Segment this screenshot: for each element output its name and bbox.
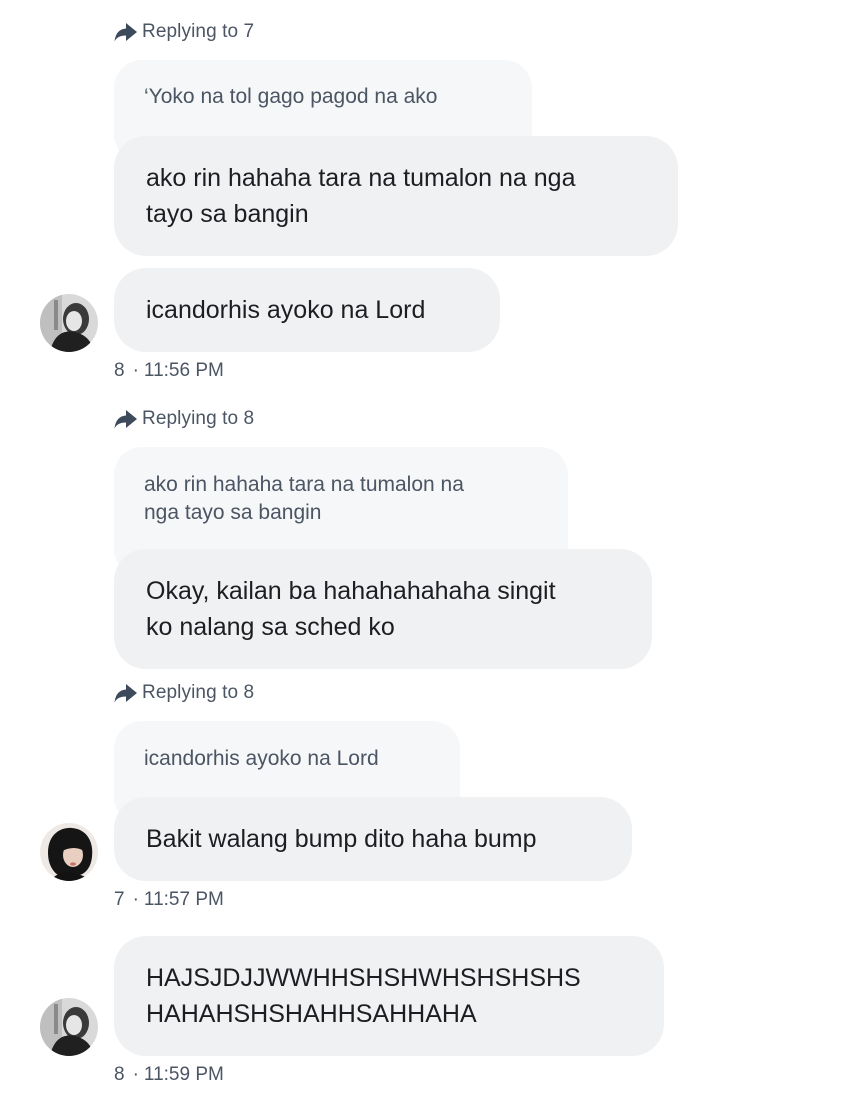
replying-to-text: Replying to 8 [142, 408, 255, 429]
avatar-image [40, 823, 98, 881]
message-author: 7 [114, 889, 125, 910]
avatar-7[interactable] [40, 823, 98, 881]
message-bubble[interactable]: ako rin hahaha tara na tumalon na nga ta… [114, 136, 678, 256]
quoted-text: ‘Yoko na tol gago pagod na ako [144, 85, 438, 108]
message-meta: 8 · 11:59 PM [114, 1062, 224, 1088]
message-text: Bakit walang bump dito haha bump [146, 825, 537, 853]
message-time: 11:59 PM [143, 1064, 224, 1085]
quoted-text: icandorhis ayoko na Lord [144, 747, 379, 770]
avatar-image [40, 294, 98, 352]
message-meta: 7 · 11:57 PM [114, 887, 224, 913]
message-bubble[interactable]: HAJSJDJJWWHHSHSHWHSHSHSHS HAHAHSHSHAHHSA… [114, 936, 664, 1056]
message-text: icandorhis ayoko na Lord [146, 296, 426, 324]
avatar-8[interactable] [40, 998, 98, 1056]
quoted-text-line: ako rin hahaha tara na tumalon na [144, 473, 464, 496]
message-bubble[interactable]: Bakit walang bump dito haha bump [114, 797, 632, 881]
replying-to-label[interactable]: Replying to 8 [114, 406, 254, 432]
message-text-line: Okay, kailan ba hahahahahaha singit [146, 577, 556, 605]
replying-to-label[interactable]: Replying to 8 [114, 680, 254, 706]
avatar-image [40, 998, 98, 1056]
avatar-8[interactable] [40, 294, 98, 352]
quoted-text-line: nga tayo sa bangin [144, 501, 322, 524]
message-time: 11:57 PM [143, 889, 224, 910]
meta-separator: · [132, 1064, 139, 1085]
replying-to-text: Replying to 8 [142, 682, 255, 703]
message-author: 8 [114, 1064, 125, 1085]
meta-separator: · [132, 889, 139, 910]
reply-arrow-icon [114, 684, 137, 703]
replying-to-text: Replying to 7 [142, 21, 255, 42]
message-text-line: HAHAHSHSHAHHSAHHAHA [146, 1000, 477, 1028]
message-meta: 8 · 11:56 PM [114, 358, 224, 384]
replying-to-label[interactable]: Replying to 7 [114, 19, 254, 45]
message-text-line: HAJSJDJJWWHHSHSHWHSHSHSHS [146, 964, 581, 992]
reply-arrow-icon [114, 23, 137, 42]
meta-separator: · [132, 360, 139, 381]
message-bubble[interactable]: Okay, kailan ba hahahahahaha singit ko n… [114, 549, 652, 669]
reply-arrow-icon [114, 410, 137, 429]
message-author: 8 [114, 360, 125, 381]
message-text-line: ako rin hahaha tara na tumalon na nga [146, 164, 576, 192]
message-bubble[interactable]: icandorhis ayoko na Lord [114, 268, 500, 352]
message-time: 11:56 PM [143, 360, 224, 381]
message-text-line: tayo sa bangin [146, 200, 309, 228]
message-text-line: ko nalang sa sched ko [146, 613, 395, 641]
